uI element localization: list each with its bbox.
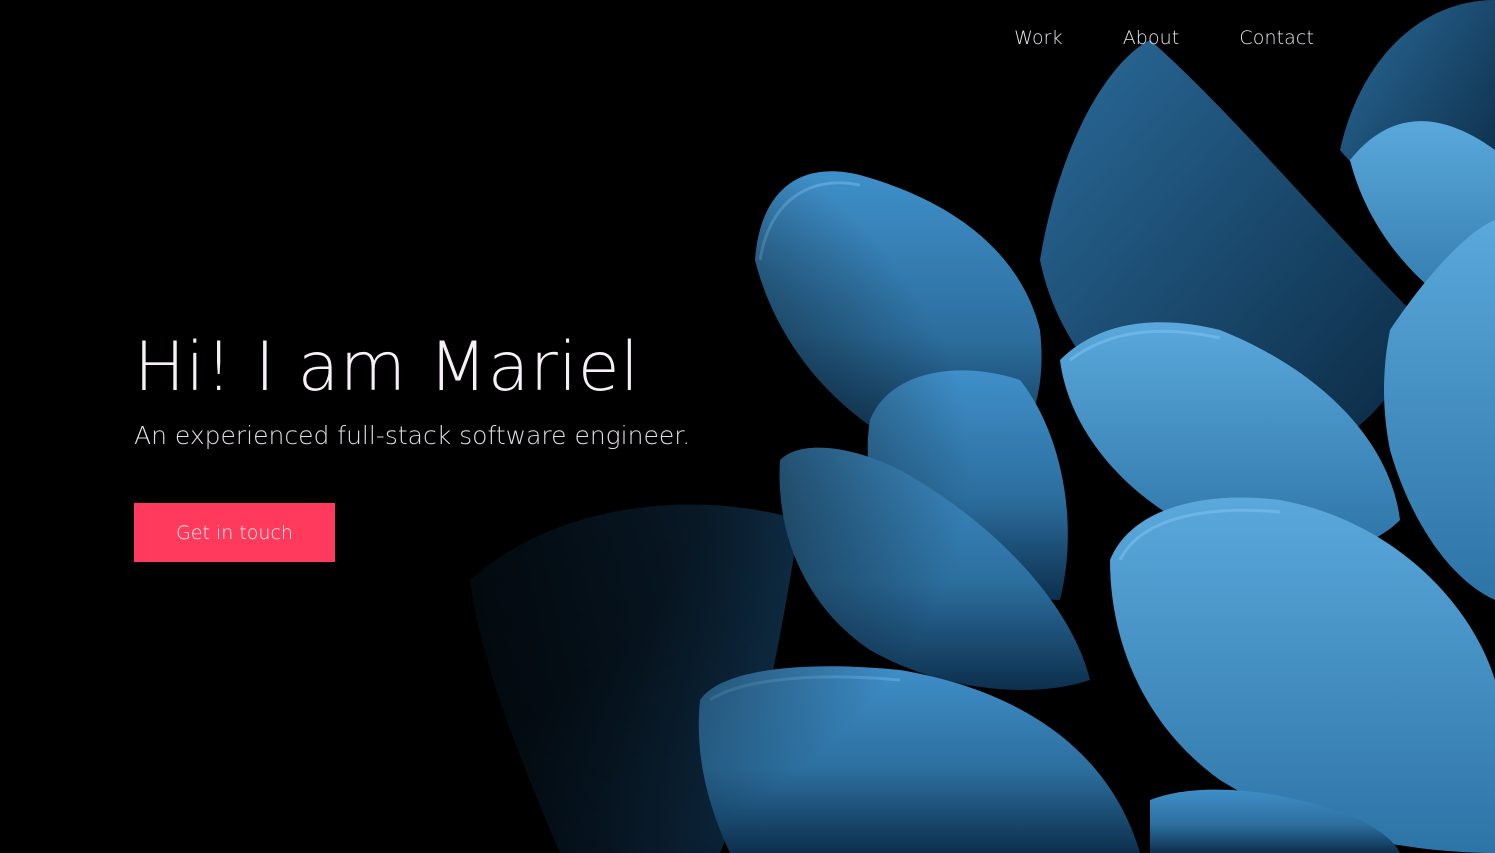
get-in-touch-button[interactable]: Get in touch bbox=[134, 503, 335, 562]
nav-link-about[interactable]: About bbox=[1123, 24, 1180, 52]
hero-subtitle: An experienced full-stack software engin… bbox=[134, 421, 691, 450]
nav-link-contact[interactable]: Contact bbox=[1239, 24, 1314, 52]
top-navigation: Work About Contact bbox=[954, 24, 1314, 52]
hero-intro: Hi! I am Mariel An experienced full-stac… bbox=[134, 322, 690, 454]
hero-title: Hi! I am Mariel bbox=[134, 328, 640, 407]
hero-section: Work About Contact Hi! I am Mariel An ex… bbox=[0, 0, 1495, 853]
nav-link-work[interactable]: Work bbox=[1014, 24, 1063, 52]
